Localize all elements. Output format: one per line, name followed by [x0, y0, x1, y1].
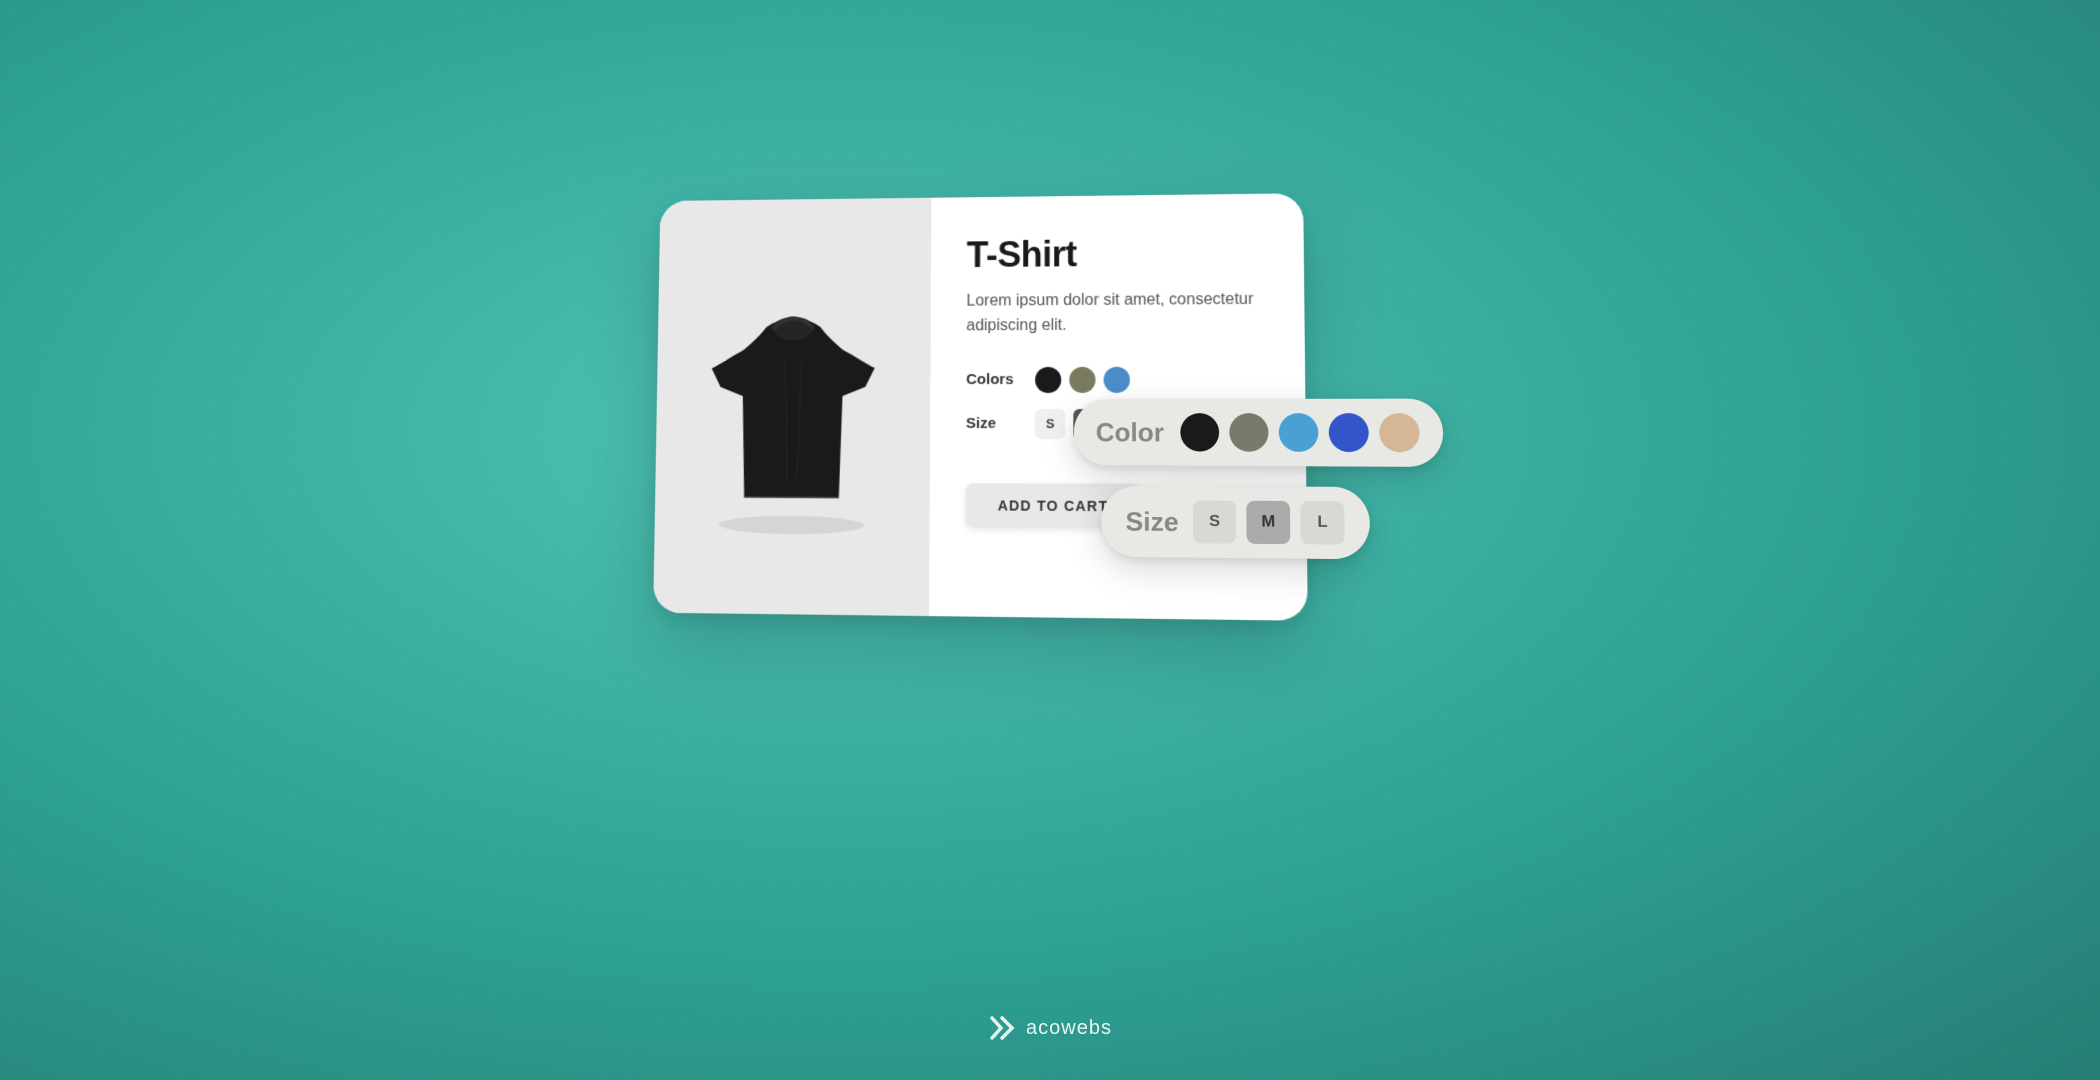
product-card: T-Shirt Lorem ipsum dolor sit amet, cons…: [653, 193, 1308, 621]
brand-logo-icon: [988, 1014, 1016, 1042]
floating-color-swatches: [1180, 413, 1420, 452]
floating-color-picker: Color: [1074, 399, 1444, 467]
swatch-blue[interactable]: [1104, 366, 1130, 392]
float-size-l[interactable]: L: [1300, 501, 1344, 545]
color-swatches: [1035, 366, 1130, 392]
size-s[interactable]: S: [1035, 409, 1065, 439]
float-swatch-royalblue[interactable]: [1329, 413, 1369, 452]
floating-size-picker: Size S M L: [1101, 486, 1370, 559]
floating-size-options: S M L: [1193, 500, 1345, 544]
product-description: Lorem ipsum dolor sit amet, consectetur …: [966, 288, 1267, 339]
float-swatch-olive[interactable]: [1229, 413, 1268, 452]
size-label: Size: [966, 415, 1021, 432]
float-size-s[interactable]: S: [1193, 500, 1237, 543]
brand-name: acowebs: [1026, 1017, 1112, 1040]
floating-size-label: Size: [1125, 506, 1178, 538]
acowebs-logo-svg: [988, 1014, 1016, 1042]
colors-label: Colors: [966, 371, 1021, 388]
swatch-olive[interactable]: [1069, 366, 1095, 392]
float-swatch-skyblue[interactable]: [1279, 413, 1319, 452]
tshirt-image: [684, 276, 902, 535]
floating-color-label: Color: [1096, 417, 1164, 448]
float-size-m[interactable]: M: [1246, 501, 1290, 544]
footer-brand: acowebs: [988, 1014, 1112, 1042]
float-swatch-tan[interactable]: [1379, 413, 1420, 452]
product-title: T-Shirt: [967, 232, 1267, 276]
product-image-section: [653, 198, 931, 616]
swatch-black[interactable]: [1035, 367, 1061, 393]
scene: T-Shirt Lorem ipsum dolor sit amet, cons…: [600, 165, 1500, 915]
float-swatch-black[interactable]: [1180, 413, 1219, 452]
colors-row: Colors: [966, 366, 1268, 393]
